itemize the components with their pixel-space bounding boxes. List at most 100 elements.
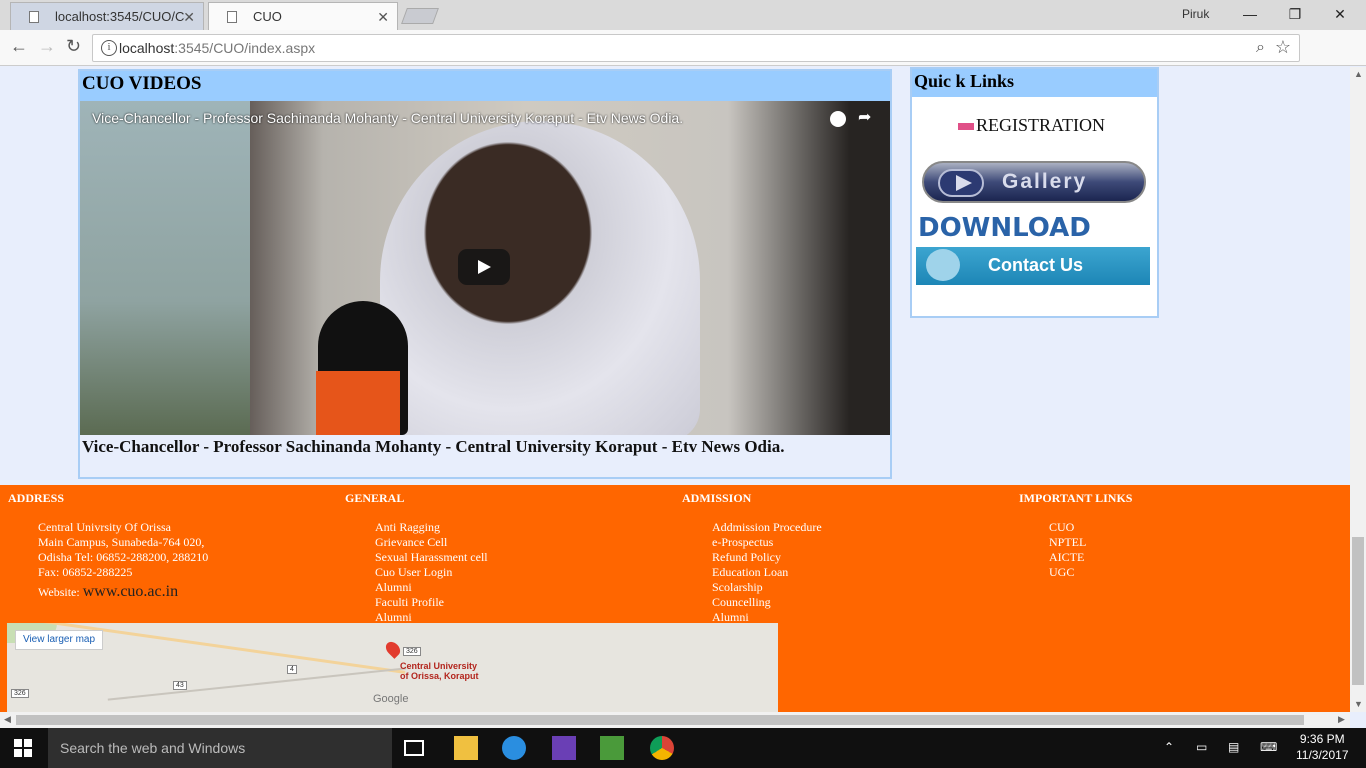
tab-label: localhost:3545/CUO/Con: [55, 9, 185, 24]
close-window-button[interactable]: ✕: [1320, 2, 1360, 26]
website-line: Website: www.cuo.ac.in: [38, 583, 179, 600]
registration-link[interactable]: REGISTRATION: [958, 115, 1105, 136]
videos-heading: CUO VIDEOS: [80, 71, 890, 101]
download-button[interactable]: DOWNLOAD: [918, 213, 1091, 243]
route-shield: 326: [11, 689, 29, 698]
windows-start-icon[interactable]: [14, 739, 32, 757]
scroll-thumb[interactable]: [16, 715, 1304, 725]
footer-link[interactable]: NPTEL: [1049, 535, 1132, 550]
scroll-down-icon[interactable]: ▼: [1354, 699, 1363, 709]
browser-toolbar: ← → ↻ i localhost:3545/CUO/index.aspx ⌕ …: [0, 30, 1366, 86]
map-road: [107, 667, 407, 701]
watch-later-icon[interactable]: [830, 111, 846, 127]
scroll-thumb[interactable]: [1352, 537, 1364, 685]
google-logo: Google: [373, 693, 409, 705]
address-heading: ADDRESS: [8, 491, 65, 505]
important-links-heading: IMPORTANT LINKS: [1019, 491, 1133, 505]
scroll-up-icon[interactable]: ▲: [1354, 69, 1363, 79]
page-icon: [227, 11, 237, 23]
admission-heading: ADMISSION: [682, 491, 752, 505]
view-larger-map-button[interactable]: View larger map: [15, 630, 103, 650]
video-background: [80, 101, 250, 435]
back-icon[interactable]: ←: [10, 36, 28, 57]
zoom-icon[interactable]: ⌕: [1256, 39, 1265, 57]
footer-link[interactable]: Alumni: [375, 580, 488, 595]
phone-icon: [926, 249, 960, 281]
address-text: Central Univrsity Of Orissa Main Campus,…: [38, 520, 209, 600]
admission-column: ADMISSION Addmission Procedure e-Prospec…: [682, 491, 822, 625]
video-title[interactable]: Vice-Chancellor - Professor Sachinanda M…: [92, 110, 683, 126]
footer-link[interactable]: Faculti Profile: [375, 595, 488, 610]
system-clock[interactable]: 9:36 PM 11/3/2017: [1296, 731, 1349, 763]
tab-cuo[interactable]: CUO ✕: [208, 2, 398, 30]
route-shield: 326: [403, 647, 421, 656]
location-pin-icon[interactable]: [383, 639, 403, 659]
video-speaker: [380, 121, 700, 435]
mic-flag-logo: [316, 371, 400, 435]
url-text[interactable]: localhost:3545/CUO/index.aspx: [119, 40, 315, 56]
new-tab-button[interactable]: [401, 8, 439, 24]
address-bar[interactable]: i localhost:3545/CUO/index.aspx ⌕ ☆: [92, 34, 1300, 62]
footer-link[interactable]: Refund Policy: [712, 550, 822, 565]
page-icon: [29, 11, 39, 23]
footer-link[interactable]: Councelling: [712, 595, 822, 610]
general-column: GENERAL Anti Ragging Grievance Cell Sexu…: [345, 491, 488, 625]
map-place-label: Central University of Orissa, Koraput: [400, 661, 479, 681]
footer-link[interactable]: CUO: [1049, 520, 1132, 535]
keyboard-icon[interactable]: ⌨: [1260, 740, 1277, 754]
task-view-icon[interactable]: [404, 740, 424, 756]
footer-link[interactable]: Scolarship: [712, 580, 822, 595]
profile-name[interactable]: Piruk: [1182, 7, 1209, 21]
contact-us-button[interactable]: Contact Us: [916, 247, 1150, 285]
new-badge-icon: [958, 123, 974, 131]
play-button[interactable]: [458, 249, 510, 285]
route-shield: 43: [173, 681, 187, 690]
footer-link[interactable]: Grievance Cell: [375, 535, 488, 550]
footer-link[interactable]: AICTE: [1049, 550, 1132, 565]
footer-link[interactable]: Anti Ragging: [375, 520, 488, 535]
gallery-button[interactable]: Gallery: [922, 161, 1146, 203]
store-app-icon[interactable]: [502, 736, 526, 760]
visual-studio-icon[interactable]: [552, 736, 576, 760]
footer-link[interactable]: Cuo User Login: [375, 565, 488, 580]
scroll-left-icon[interactable]: ◀: [4, 714, 11, 725]
minimize-button[interactable]: —: [1230, 2, 1270, 26]
horizontal-scrollbar[interactable]: ◀ ▶: [0, 712, 1350, 728]
footer-link[interactable]: Sexual Harassment cell: [375, 550, 488, 565]
info-icon[interactable]: i: [101, 40, 117, 56]
reload-icon[interactable]: ↻: [66, 36, 81, 57]
footer-link[interactable]: UGC: [1049, 565, 1132, 580]
close-tab-icon[interactable]: ✕: [183, 3, 195, 31]
site-footer: ADDRESS Central Univrsity Of Orissa Main…: [0, 485, 1350, 712]
taskbar-search-box[interactable]: Search the web and Windows: [48, 728, 392, 768]
battery-icon[interactable]: ▭: [1196, 740, 1207, 754]
project-app-icon[interactable]: [600, 736, 624, 760]
video-player[interactable]: Vice-Chancellor - Professor Sachinanda M…: [80, 101, 890, 435]
important-links-column: IMPORTANT LINKS CUO NPTEL AICTE UGC: [1019, 491, 1132, 580]
file-explorer-icon[interactable]: [454, 736, 478, 760]
play-icon: [938, 169, 984, 197]
tab-label: CUO: [253, 9, 282, 24]
tray-expand-icon[interactable]: ⌃: [1164, 740, 1174, 754]
address-column: ADDRESS Central Univrsity Of Orissa Main…: [8, 491, 208, 600]
footer-link[interactable]: Education Loan: [712, 565, 822, 580]
scroll-right-icon[interactable]: ▶: [1338, 714, 1345, 725]
restore-button[interactable]: ❐: [1275, 2, 1315, 26]
tab-localhost-con[interactable]: localhost:3545/CUO/Con ✕: [10, 2, 204, 30]
forward-icon[interactable]: →: [38, 36, 56, 57]
embedded-map[interactable]: View larger map 326 4 43 326 Central Uni…: [7, 623, 778, 712]
video-caption: Vice-Chancellor - Professor Sachinanda M…: [82, 437, 785, 456]
route-shield: 4: [287, 665, 297, 674]
chrome-icon[interactable]: [650, 736, 674, 760]
bookmark-star-icon[interactable]: ☆: [1275, 37, 1291, 58]
footer-link[interactable]: e-Prospectus: [712, 535, 822, 550]
vertical-scrollbar[interactable]: ▲ ▼: [1350, 67, 1366, 712]
website-link[interactable]: www.cuo.ac.in: [83, 583, 178, 600]
general-heading: GENERAL: [345, 491, 405, 505]
windows-taskbar: Search the web and Windows ⌃ ▭ ▤ ⌨ 9:36 …: [0, 728, 1366, 768]
share-icon[interactable]: ➦: [858, 107, 871, 127]
close-tab-icon[interactable]: ✕: [377, 3, 389, 31]
page-viewport: CUO VIDEOS Vice-Chancellor - Professor S…: [0, 67, 1350, 712]
notifications-icon[interactable]: ▤: [1228, 740, 1239, 754]
footer-link[interactable]: Addmission Procedure: [712, 520, 822, 535]
